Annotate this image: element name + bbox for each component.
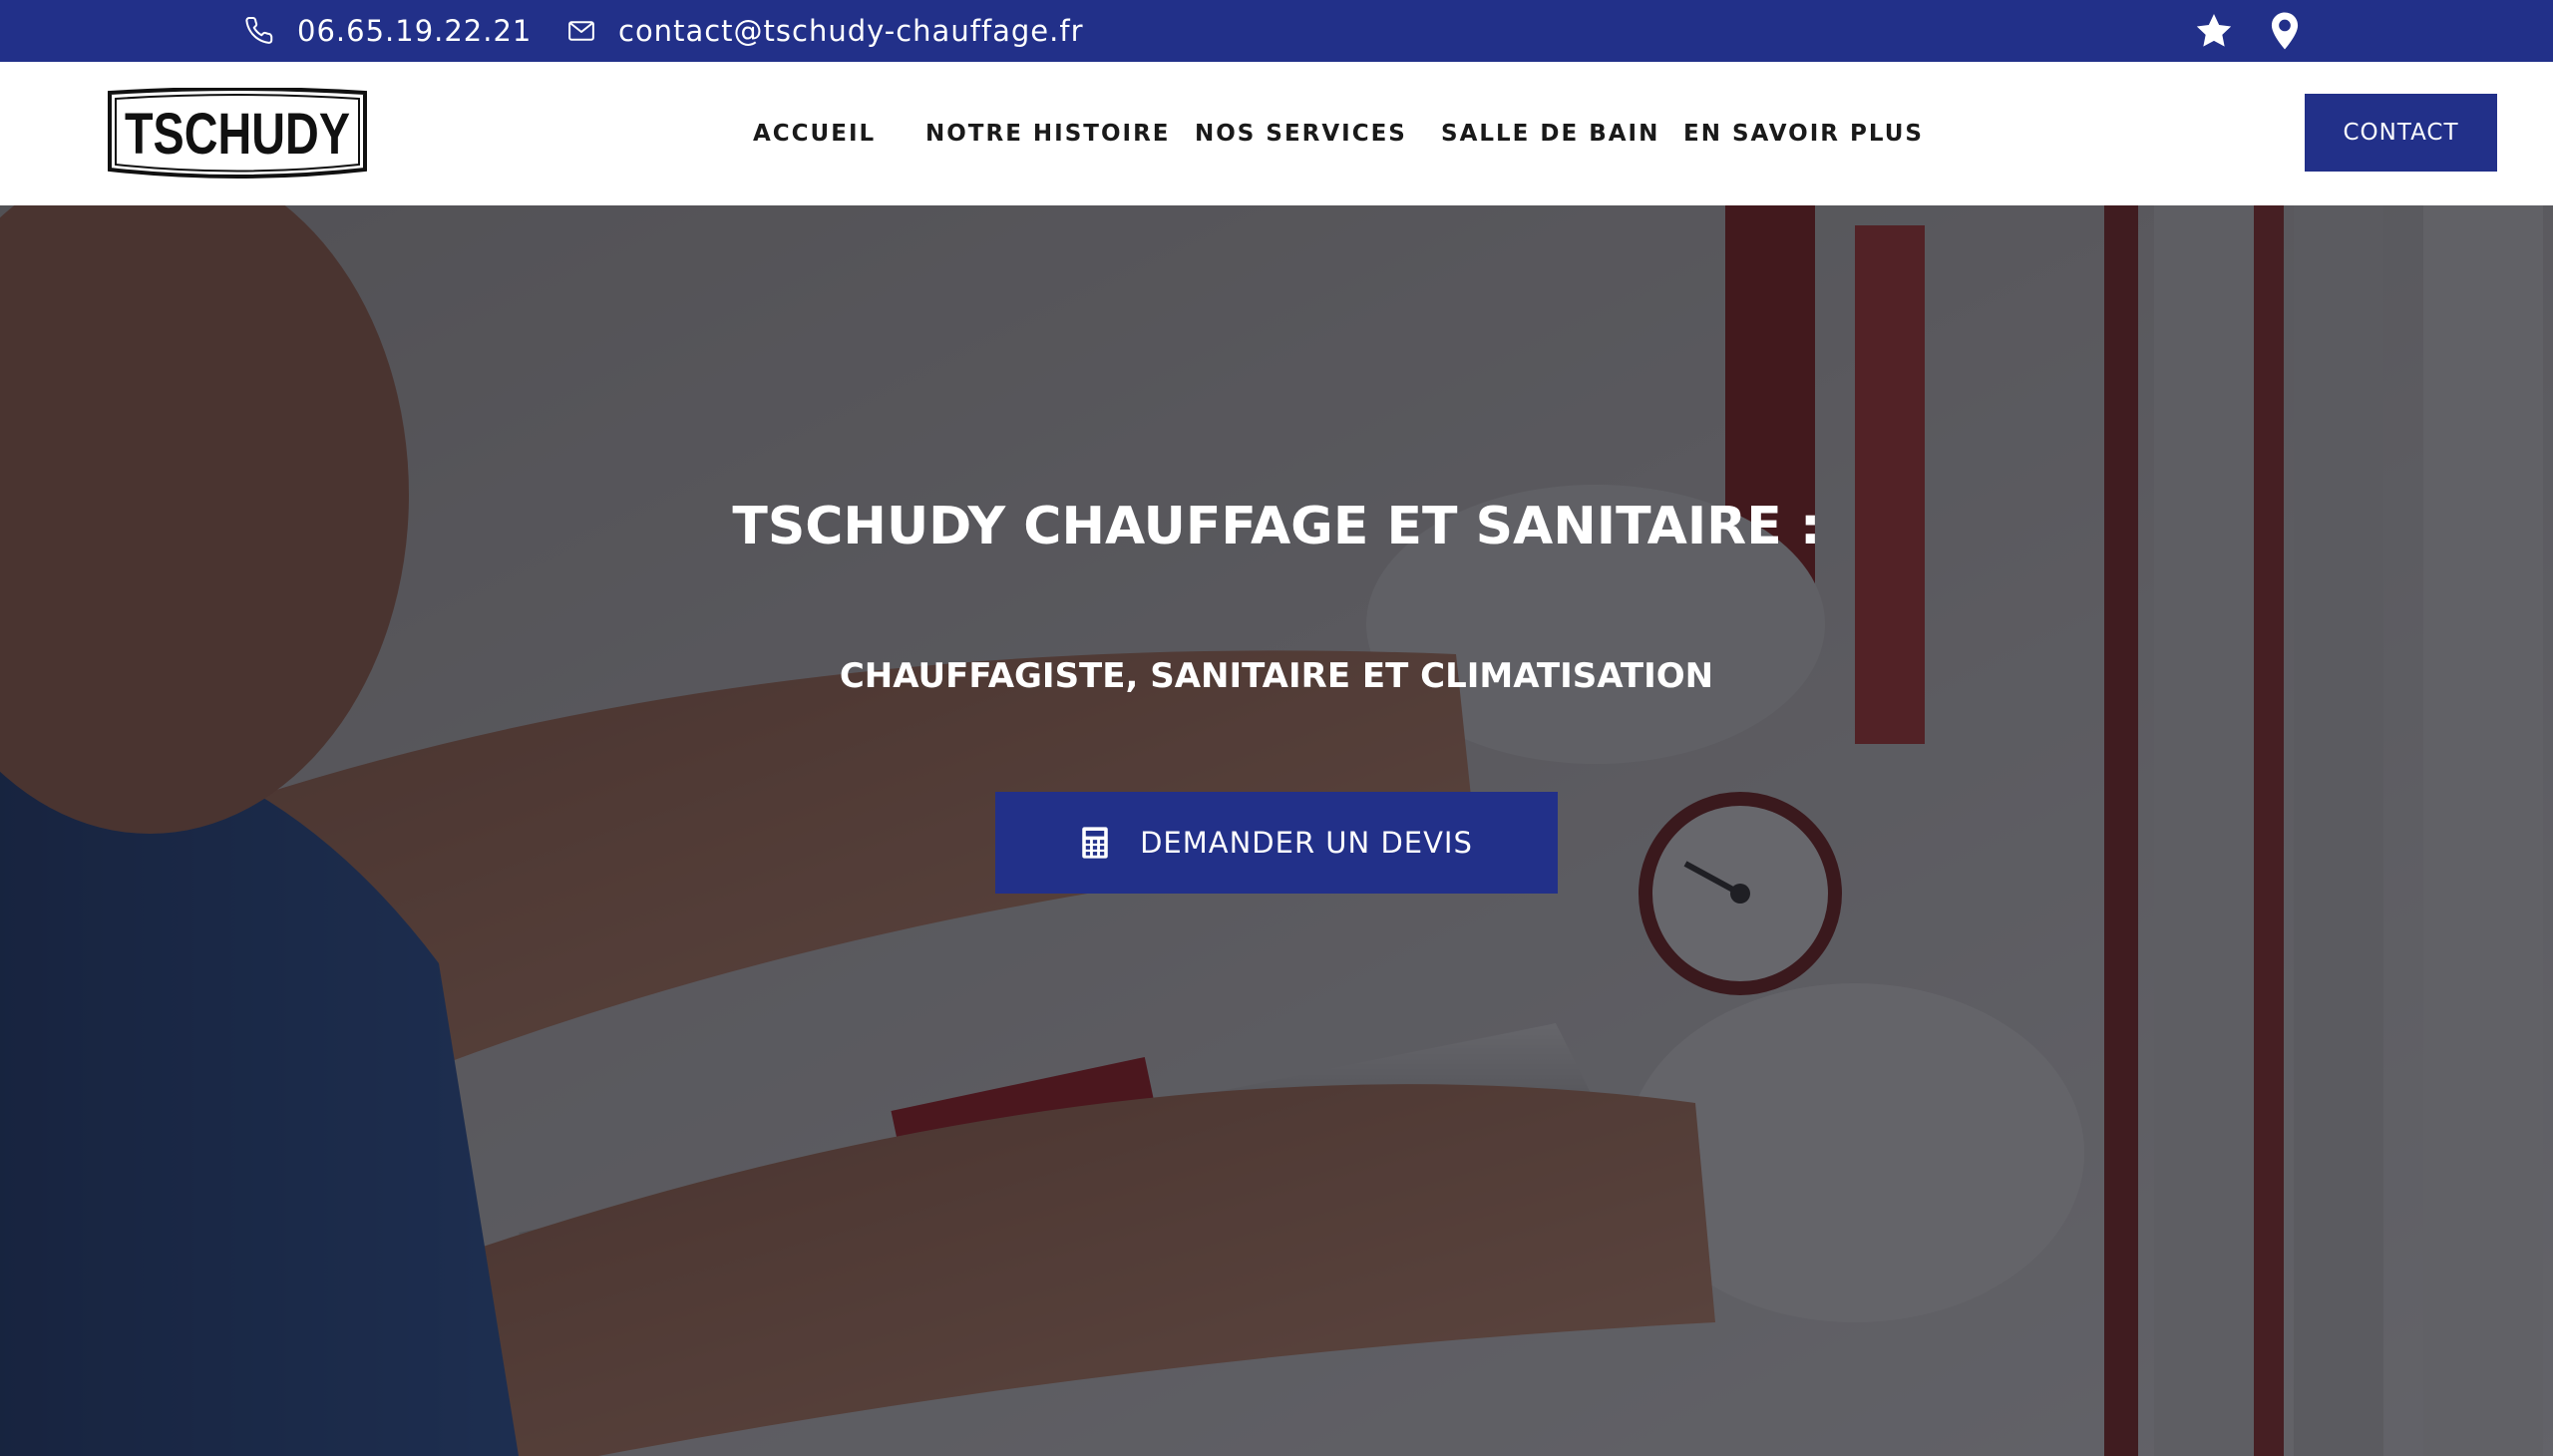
nav-en-savoir-plus[interactable]: EN SAVOIR PLUS [1683, 62, 1924, 205]
nav-salle-de-bain[interactable]: SALLE DE BAIN [1441, 62, 1659, 205]
phone-icon [245, 16, 273, 44]
request-quote-label: DEMANDER UN DEVIS [1140, 826, 1473, 860]
site-header: TSCHUDY ACCUEIL NOTRE HISTOIRE NOS SERVI… [0, 62, 2553, 205]
email-link[interactable]: contact@tschudy-chauffage.fr [566, 0, 1084, 62]
map-pin-icon [2271, 12, 2299, 50]
main-nav: ACCUEIL NOTRE HISTOIRE NOS SERVICES SALL… [0, 62, 2553, 205]
nav-nos-services[interactable]: NOS SERVICES [1195, 62, 1407, 205]
nav-notre-histoire[interactable]: NOTRE HISTOIRE [925, 62, 1171, 205]
hero-subtitle: CHAUFFAGISTE, SANITAIRE ET CLIMATISATION [839, 656, 1714, 696]
hero-section: TSCHUDY CHAUFFAGE ET SANITAIRE : CHAUFFA… [0, 205, 2553, 1456]
nav-accueil[interactable]: ACCUEIL [753, 62, 876, 205]
email-address: contact@tschudy-chauffage.fr [618, 14, 1084, 48]
contact-button[interactable]: CONTACT [2305, 94, 2497, 172]
top-bar: 06.65.19.22.21 contact@tschudy-chauffage… [0, 0, 2553, 62]
phone-number: 06.65.19.22.21 [297, 14, 533, 48]
mail-icon [568, 21, 594, 41]
phone-link[interactable]: 06.65.19.22.21 [245, 0, 532, 62]
location-link[interactable] [2268, 0, 2302, 62]
reviews-link[interactable] [2194, 0, 2234, 62]
calculator-icon [1082, 827, 1108, 859]
request-quote-button[interactable]: DEMANDER UN DEVIS [995, 792, 1558, 894]
hero-title: TSCHUDY CHAUFFAGE ET SANITAIRE : [732, 497, 1821, 556]
star-icon [2196, 14, 2232, 47]
